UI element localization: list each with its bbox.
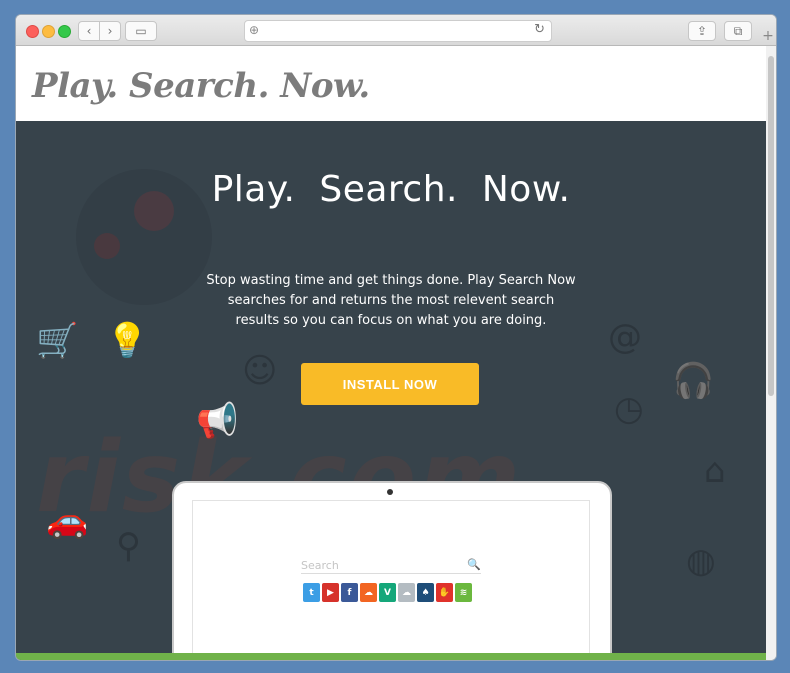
facebook-icon: f bbox=[341, 583, 358, 602]
close-window-button[interactable] bbox=[26, 25, 39, 38]
headphones-background-icon: 🎧 bbox=[672, 361, 715, 401]
spotify-icon: ≋ bbox=[455, 583, 472, 602]
install-now-button[interactable]: INSTALL NOW bbox=[301, 363, 479, 405]
soundcloud-icon: ☁ bbox=[360, 583, 377, 602]
hand-icon: ✋ bbox=[436, 583, 453, 602]
tabs-icon: ⧉ bbox=[733, 23, 743, 38]
youtube-icon: ▶ bbox=[322, 583, 339, 602]
page-scrollbar[interactable] bbox=[766, 46, 776, 660]
drop-icon: ♠ bbox=[417, 583, 434, 602]
sidebar-icon: ▭ bbox=[135, 24, 147, 38]
laptop-screen: Search 🔍 t ▶ f ☁ V ☁ ♠ ✋ ≋ bbox=[192, 500, 590, 660]
reload-icon[interactable]: ↻ bbox=[534, 22, 545, 37]
footer-strip bbox=[16, 653, 766, 660]
search-icon: 🔍 bbox=[467, 558, 481, 571]
plus-icon: + bbox=[762, 28, 774, 44]
back-button[interactable]: ‹ bbox=[78, 21, 100, 41]
hero-description: Stop wasting time and get things done. P… bbox=[206, 273, 576, 328]
site-info-icon: ⊕ bbox=[249, 23, 260, 37]
globe-small-background-icon: ◍ bbox=[686, 541, 716, 581]
share-icon: ⇪ bbox=[696, 24, 708, 38]
cloud-icon: ☁ bbox=[398, 583, 415, 602]
address-bar[interactable]: ⊕ ↻ bbox=[244, 20, 552, 42]
chevron-left-icon: ‹ bbox=[86, 24, 92, 38]
laptop-mockup: Search 🔍 t ▶ f ☁ V ☁ ♠ ✋ ≋ bbox=[172, 481, 612, 660]
mini-search-placeholder: Search bbox=[301, 559, 339, 572]
twitter-icon: t bbox=[303, 583, 320, 602]
decorative-dot bbox=[94, 233, 120, 259]
social-tiles: t ▶ f ☁ V ☁ ♠ ✋ ≋ bbox=[303, 583, 472, 602]
zoom-window-button[interactable] bbox=[58, 25, 71, 38]
hero-title: Play. Search. Now. bbox=[211, 169, 571, 210]
smiley-background-icon: ☺ bbox=[242, 351, 278, 391]
mini-search-bar: Search 🔍 bbox=[301, 558, 481, 574]
site-header: Play. Search. Now. bbox=[16, 46, 766, 121]
hero-section: 🛒 💡 ☺ @ 🎧 ◷ ⌂ ◍ 📢 🚗 ⚲ risk.com Play. Sea… bbox=[16, 121, 766, 660]
site-logo[interactable]: Play. Search. Now. bbox=[32, 66, 370, 106]
scrollbar-thumb[interactable] bbox=[768, 56, 774, 396]
sidebar-toggle-button[interactable]: ▭ bbox=[125, 21, 157, 41]
vine-icon: V bbox=[379, 583, 396, 602]
lightbulb-background-icon: 💡 bbox=[106, 321, 149, 361]
camera-dot bbox=[387, 489, 393, 495]
chevron-right-icon: › bbox=[107, 24, 113, 38]
at-sign-background-icon: @ bbox=[608, 317, 642, 357]
new-tab-button[interactable]: + bbox=[760, 27, 776, 45]
browser-toolbar: ‹ › ▭ ⊕ ↻ ⇪ ⧉ + bbox=[16, 15, 776, 46]
forward-button[interactable]: › bbox=[99, 21, 121, 41]
share-button[interactable]: ⇪ bbox=[688, 21, 716, 41]
cart-background-icon: 🛒 bbox=[36, 321, 79, 361]
minimize-window-button[interactable] bbox=[42, 25, 55, 38]
browser-window: ‹ › ▭ ⊕ ↻ ⇪ ⧉ + Play. Search. Now. 🛒 💡 ☺… bbox=[16, 15, 776, 660]
tab-overview-button[interactable]: ⧉ bbox=[724, 21, 752, 41]
